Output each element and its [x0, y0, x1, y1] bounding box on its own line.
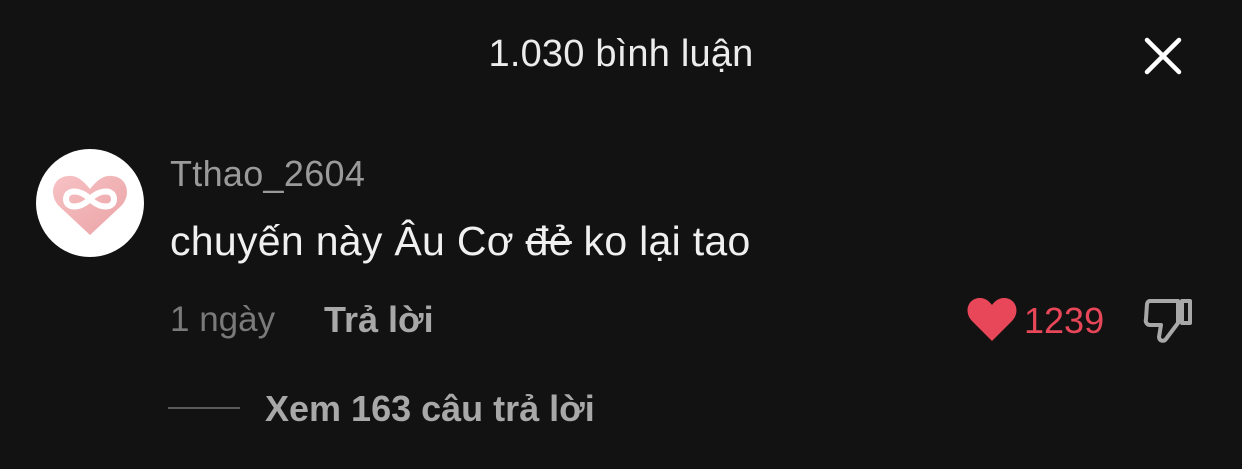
comment-text-struck: đẻ: [525, 218, 572, 264]
thumbs-down-icon: [1143, 299, 1192, 343]
comment-username[interactable]: Tthao_2604: [170, 153, 365, 195]
reply-button[interactable]: Trả lời: [324, 299, 434, 341]
dislike-button[interactable]: [1142, 293, 1196, 345]
heart-icon: [967, 297, 1017, 341]
comment-text-part-2: ko lại tao: [571, 218, 751, 264]
comment-text: chuyến này Âu Cơ đẻ ko lại tao: [170, 218, 751, 265]
comment-text-part-1: chuyến này Âu Cơ: [170, 218, 526, 264]
close-button[interactable]: [1143, 36, 1183, 76]
replies-divider: [168, 407, 240, 409]
close-icon: [1144, 37, 1182, 75]
avatar[interactable]: [36, 149, 144, 257]
comments-count-title: 1.030 bình luận: [488, 33, 754, 75]
like-count: 1239: [1024, 300, 1105, 341]
comments-panel: 1.030 bình luận Tthao_2604 chuyến này Âu…: [0, 0, 1242, 469]
infinity-heart-logo-icon: [53, 175, 127, 235]
like-button[interactable]: [965, 294, 1019, 344]
view-replies-button[interactable]: Xem 163 câu trả lời: [265, 388, 595, 430]
comment-timestamp: 1 ngày: [170, 300, 276, 339]
